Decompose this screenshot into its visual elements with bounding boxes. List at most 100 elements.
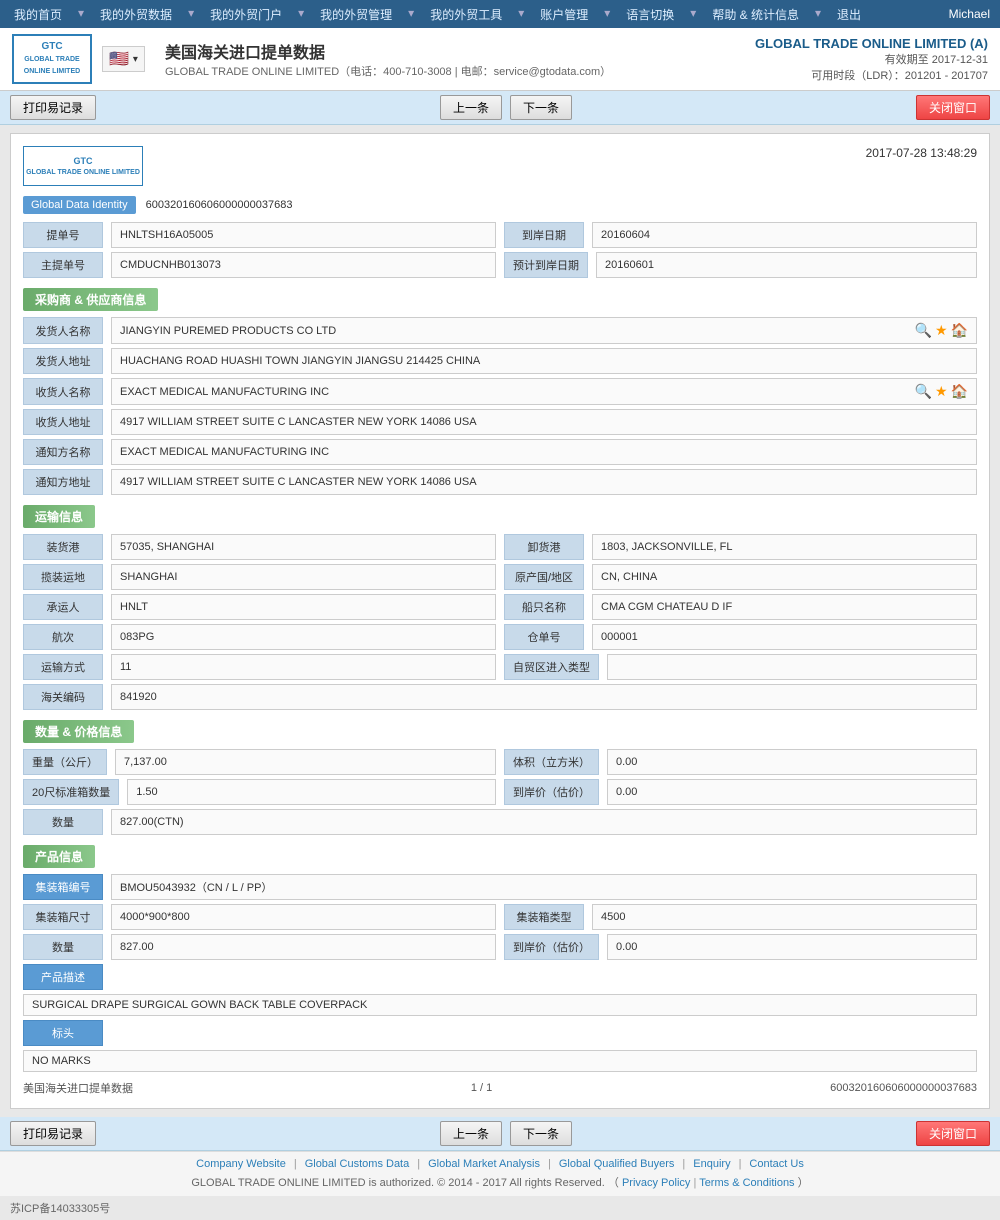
consignee-addr-value: 4917 WILLIAM STREET SUITE C LANCASTER NE… (111, 409, 977, 435)
footer-qualified-buyers[interactable]: Global Qualified Buyers (559, 1158, 675, 1170)
nav-items: 我的首页 ▾ 我的外贸数据 ▾ 我的外贸门户 ▾ 我的外贸管理 ▾ 我的外贸工具… (10, 6, 865, 23)
product-title: 产品信息 (23, 845, 95, 868)
shipper-star-icon[interactable]: ★ (935, 322, 948, 339)
nav-tools[interactable]: 我的外贸工具 (426, 6, 506, 23)
account-expiry: 有效期至 2017-12-31 (755, 51, 988, 67)
nav-logout[interactable]: 退出 (833, 6, 865, 23)
loading-port-value: 57035, SHANGHAI (111, 534, 496, 560)
shipper-addr-row: 发货人地址 HUACHANG ROAD HUASHI TOWN JIANGYIN… (23, 348, 977, 374)
customs-code-value: 841920 (111, 684, 977, 710)
logo-area: GTCGLOBAL TRADE ONLINE LIMITED (12, 34, 92, 84)
notify-addr-row: 通知方地址 4917 WILLIAM STREET SUITE C LANCAS… (23, 469, 977, 495)
prev-button-bottom[interactable]: 上一条 (440, 1121, 502, 1146)
print-button-bottom[interactable]: 打印易记录 (10, 1121, 96, 1146)
account-info: GLOBAL TRADE ONLINE LIMITED (A) 有效期至 201… (755, 36, 988, 83)
consignee-home-icon[interactable]: 🏠 (951, 383, 968, 400)
notify-name-label: 通知方名称 (23, 439, 103, 465)
shipper-search-icon[interactable]: 🔍 (915, 322, 932, 339)
product-arrived-price-label: 到岸价（估价） (504, 934, 599, 960)
bill-no-label: 提单号 (23, 222, 103, 248)
qty-title: 数量 & 价格信息 (23, 720, 134, 743)
consignee-star-icon[interactable]: ★ (935, 383, 948, 400)
flag-selector[interactable]: 🇺🇸 ▾ (102, 46, 145, 72)
footer-links: Company Website | Global Customs Data | … (10, 1158, 990, 1170)
ftz-entry-label: 自贸区进入类型 (504, 654, 599, 680)
nav-management[interactable]: 我的外贸管理 (316, 6, 396, 23)
next-button-bottom[interactable]: 下一条 (510, 1121, 572, 1146)
supplier-section-header: 采购商 & 供应商信息 (23, 288, 977, 311)
shipper-name-label: 发货人名称 (23, 317, 103, 344)
origin-label: 原产国/地区 (504, 564, 584, 590)
container-size-value: 4000*900*800 (111, 904, 496, 930)
gdi-label: Global Data Identity (23, 196, 136, 214)
nav-account[interactable]: 账户管理 (536, 6, 592, 23)
vessel-label: 船只名称 (504, 594, 584, 620)
arrived-price-label: 到岸价（估价） (504, 779, 599, 805)
container-size-type-row: 集装箱尺寸 4000*900*800 集装箱类型 4500 (23, 904, 977, 930)
close-button-bottom[interactable]: 关闭窗口 (916, 1121, 990, 1146)
weight-label: 重量（公斤） (23, 749, 107, 775)
shipper-icons: 🔍 ★ 🏠 (915, 322, 968, 339)
main-content: GTCGLOBAL TRADE ONLINE LIMITED 2017-07-2… (0, 125, 1000, 1117)
page-header: GTCGLOBAL TRADE ONLINE LIMITED 🇺🇸 ▾ 美国海关… (0, 28, 1000, 91)
card-logo: GTCGLOBAL TRADE ONLINE LIMITED (23, 146, 143, 186)
notify-name-value: EXACT MEDICAL MANUFACTURING INC (111, 439, 977, 465)
customs-code-row: 海关编码 841920 (23, 684, 977, 710)
voyage-value: 083PG (111, 624, 496, 650)
container-no-value: BMOU5043932（CN / L / PP） (111, 874, 977, 900)
card-timestamp: 2017-07-28 13:48:29 (866, 146, 977, 160)
nav-help[interactable]: 帮助 & 统计信息 (708, 6, 803, 23)
nav-home[interactable]: 我的首页 (10, 6, 66, 23)
transport-section-header: 运输信息 (23, 505, 977, 528)
estimated-arrival-label: 预计到岸日期 (504, 252, 588, 278)
footer: Company Website | Global Customs Data | … (0, 1151, 1000, 1196)
vessel-value: CMA CGM CHATEAU D IF (592, 594, 977, 620)
consignee-search-icon[interactable]: 🔍 (915, 383, 932, 400)
footer-global-customs[interactable]: Global Customs Data (305, 1158, 410, 1170)
shipper-home-icon[interactable]: 🏠 (951, 322, 968, 339)
card-header: GTCGLOBAL TRADE ONLINE LIMITED 2017-07-2… (23, 146, 977, 186)
marks-label: 标头 (23, 1020, 103, 1046)
icp-info: 苏ICP备14033305号 (0, 1196, 1000, 1220)
prev-button[interactable]: 上一条 (440, 95, 502, 120)
page-info: 美国海关进口提单数据 1 / 1 60032016060600000003768… (23, 1080, 977, 1096)
footer-company-website[interactable]: Company Website (196, 1158, 286, 1170)
footer-contact-us[interactable]: Contact Us (749, 1158, 803, 1170)
nav-portal[interactable]: 我的外贸门户 (206, 6, 286, 23)
footer-enquiry[interactable]: Enquiry (693, 1158, 730, 1170)
ftz-entry-value (607, 654, 977, 680)
container-no-row: 集装箱编号 BMOU5043932（CN / L / PP） (23, 874, 977, 900)
container-price-row: 20尺标准箱数量 1.50 到岸价（估价） 0.00 (23, 779, 977, 805)
container-no-label: 集装箱编号 (23, 874, 103, 900)
top-navigation: 我的首页 ▾ 我的外贸数据 ▾ 我的外贸门户 ▾ 我的外贸管理 ▾ 我的外贸工具… (0, 0, 1000, 28)
consignee-addr-label: 收货人地址 (23, 409, 103, 435)
master-bill-value: CMDUCNHB013073 (111, 252, 496, 278)
product-arrived-price-value: 0.00 (607, 934, 977, 960)
carrier-value: HNLT (111, 594, 496, 620)
transport-mode-value: 11 (111, 654, 496, 680)
nav-language[interactable]: 语言切换 (622, 6, 678, 23)
customs-code-label: 海关编码 (23, 684, 103, 710)
unloading-port-value: 1803, JACKSONVILLE, FL (592, 534, 977, 560)
footer-privacy[interactable]: Privacy Policy (622, 1177, 690, 1189)
consignee-icons: 🔍 ★ 🏠 (915, 383, 968, 400)
product-qty-value: 827.00 (111, 934, 496, 960)
next-button[interactable]: 下一条 (510, 95, 572, 120)
shipper-addr-value: HUACHANG ROAD HUASHI TOWN JIANGYIN JIANG… (111, 348, 977, 374)
loading-place-value: SHANGHAI (111, 564, 496, 590)
footer-terms[interactable]: Terms & Conditions (699, 1177, 794, 1189)
bill-no-row: 提单号 HNLTSH16A05005 到岸日期 20160604 (23, 222, 977, 248)
notify-name-row: 通知方名称 EXACT MEDICAL MANUFACTURING INC (23, 439, 977, 465)
close-button[interactable]: 关闭窗口 (916, 95, 990, 120)
place-origin-row: 揽装运地 SHANGHAI 原产国/地区 CN, CHINA (23, 564, 977, 590)
bol-value: 000001 (592, 624, 977, 650)
print-button[interactable]: 打印易记录 (10, 95, 96, 120)
shipper-name-row: 发货人名称 JIANGYIN PUREMED PRODUCTS CO LTD 🔍… (23, 317, 977, 344)
footer-market-analysis[interactable]: Global Market Analysis (428, 1158, 540, 1170)
notify-addr-label: 通知方地址 (23, 469, 103, 495)
page-record-id: 600320160606000000037683 (830, 1082, 977, 1094)
nav-trade-data[interactable]: 我的外贸数据 (96, 6, 176, 23)
consignee-name-row: 收货人名称 EXACT MEDICAL MANUFACTURING INC 🔍 … (23, 378, 977, 405)
arrived-price-value: 0.00 (607, 779, 977, 805)
carrier-label: 承运人 (23, 594, 103, 620)
